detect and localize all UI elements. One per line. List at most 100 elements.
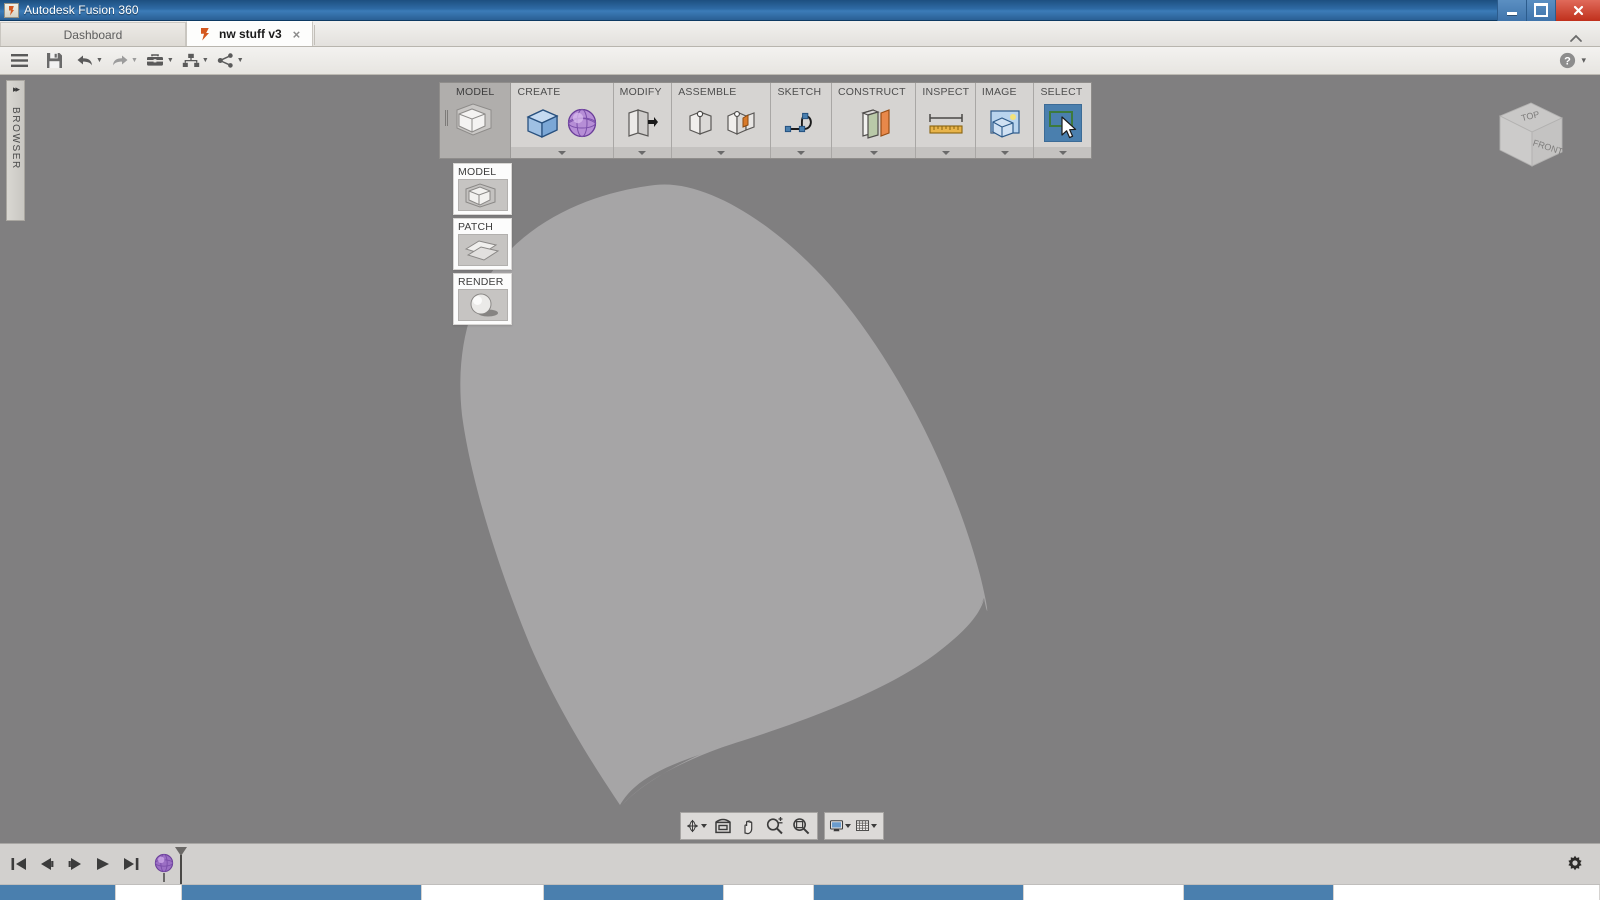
grid-snaps-caret-icon[interactable] [871,824,877,828]
redo-caret-icon[interactable]: ▼ [131,57,138,64]
chevron-down-icon[interactable] [1058,150,1067,155]
document-tabstrip: Dashboard nw stuff v3 × [0,21,1600,47]
construct-offset-plane-button[interactable] [855,104,893,142]
image-canvas-button[interactable] [986,104,1024,142]
panel-expand-inspect[interactable] [916,147,975,158]
chevron-down-icon[interactable] [941,150,950,155]
timeline-play-icon[interactable] [94,856,112,872]
tab-dashboard[interactable]: Dashboard [0,22,186,46]
window-controls [1497,0,1600,21]
minimize-button[interactable] [1497,0,1526,21]
create-sphere-button[interactable] [563,104,601,142]
undo-icon[interactable]: ▼ [73,49,106,73]
sitemap-caret-icon[interactable]: ▼ [202,57,209,64]
panel-expand-modify[interactable] [613,147,672,158]
workspace-menu-item-render[interactable]: RENDER [453,273,512,325]
ribbon-grip[interactable] [445,110,448,126]
zoom-icon [766,817,783,835]
save-icon[interactable] [43,49,66,73]
panel-expand-create[interactable] [511,147,613,158]
status-segment-active [544,884,724,900]
assemble-as-built-joint-button[interactable] [722,104,760,142]
tab-close-icon[interactable]: × [293,27,301,42]
orbit-button[interactable] [685,814,709,838]
panel-expand-sketch[interactable] [771,147,831,158]
share-icon[interactable]: ▼ [214,49,247,73]
modify-press-pull-button[interactable] [623,104,661,142]
workspace-switcher-button[interactable]: MODEL [440,83,512,158]
construct-offset-plane-icon [860,108,890,139]
help-button[interactable]: ? ▾ [1559,52,1586,69]
nav-group-view [680,812,818,840]
workspace-menu-item-patch[interactable]: PATCH [453,218,512,270]
sketch-spline-button[interactable] [782,104,820,142]
display-settings-caret-icon[interactable] [845,824,851,828]
fit-icon [793,818,810,835]
timeline-feature-sphere[interactable] [154,853,174,873]
chevron-down-icon[interactable] [869,150,878,155]
select-window-button[interactable] [1043,103,1082,142]
zoom-button[interactable] [763,814,787,838]
pan-icon [744,820,753,835]
look-at-button[interactable] [711,814,735,838]
workspace-menu-label-render: RENDER [458,276,504,288]
redo-icon[interactable]: ▼ [108,49,141,73]
ribbon-panel-inspect: INSPECT [916,83,976,158]
application-menu-icon[interactable] [7,49,32,73]
toolbox-icon[interactable]: ▼ [143,49,177,73]
close-button[interactable] [1555,0,1600,21]
timeline-end-marker[interactable] [174,846,188,884]
status-segment-active [814,884,1024,900]
panel-title-create: CREATE [517,86,561,98]
panel-expand-select[interactable] [1034,147,1091,158]
3d-viewport[interactable]: ▸▸ BROWSER MODEL CREATE MODIFY ASSEMBLE … [0,75,1600,843]
status-segment [116,884,182,900]
chevron-down-icon[interactable] [1000,150,1009,155]
timeline-next-icon[interactable] [66,856,84,872]
render-sphere-icon [457,289,508,321]
assemble-joint-button[interactable] [682,104,720,142]
undo-caret-icon[interactable]: ▼ [96,57,103,64]
panel-expand-construct[interactable] [831,147,916,158]
panel-title-inspect: INSPECT [922,86,970,98]
toolbox-caret-icon[interactable]: ▼ [167,57,174,64]
display-settings-icon [829,820,844,832]
tab-document[interactable]: nw stuff v3 × [186,21,314,46]
inspect-measure-button[interactable] [927,104,965,142]
help-caret-icon[interactable]: ▾ [1581,55,1586,66]
status-strip [0,884,1600,900]
share-caret-icon[interactable]: ▼ [237,57,244,64]
timeline-playback-controls [0,856,140,872]
gear-icon[interactable] [1566,855,1584,873]
chevron-down-icon[interactable] [717,150,726,155]
timeline-first-icon[interactable] [10,856,28,872]
pan-button[interactable] [737,814,761,838]
surface-body[interactable] [0,75,1600,843]
chevron-down-icon[interactable] [558,150,567,155]
fit-button[interactable] [789,814,813,838]
viewcube[interactable]: TOP FRONT [1482,90,1574,182]
timeline-prev-icon[interactable] [38,856,56,872]
chevron-up-icon[interactable] [1568,33,1584,44]
window-title: Autodesk Fusion 360 [24,3,139,17]
display-settings-button[interactable] [829,814,853,838]
browser-expand-icon[interactable]: ▸▸ [13,84,20,95]
panel-expand-image[interactable] [975,147,1034,158]
workspace-menu-item-model[interactable]: MODEL [453,163,512,215]
ribbon-toolbar: MODEL CREATE MODIFY ASSEMBLE SKETCH CONS… [439,82,1092,159]
browser-panel[interactable]: ▸▸ BROWSER [6,80,25,221]
chevron-down-icon[interactable] [797,150,806,155]
select-window-icon [1048,110,1073,127]
chevron-down-icon[interactable] [638,150,647,155]
panel-title-construct: CONSTRUCT [837,86,906,98]
sitemap-icon[interactable]: ▼ [179,49,212,73]
assemble-as-built-joint-icon [727,110,755,135]
maximize-button[interactable] [1526,0,1555,21]
orbit-caret-icon[interactable] [701,824,707,828]
timeline-last-icon[interactable] [122,856,140,872]
create-box-button[interactable] [523,104,561,142]
ribbon-panel-construct: CONSTRUCT [831,83,917,158]
app-icon [4,2,19,18]
panel-expand-assemble[interactable] [672,147,771,158]
grid-snaps-button[interactable] [855,814,879,838]
